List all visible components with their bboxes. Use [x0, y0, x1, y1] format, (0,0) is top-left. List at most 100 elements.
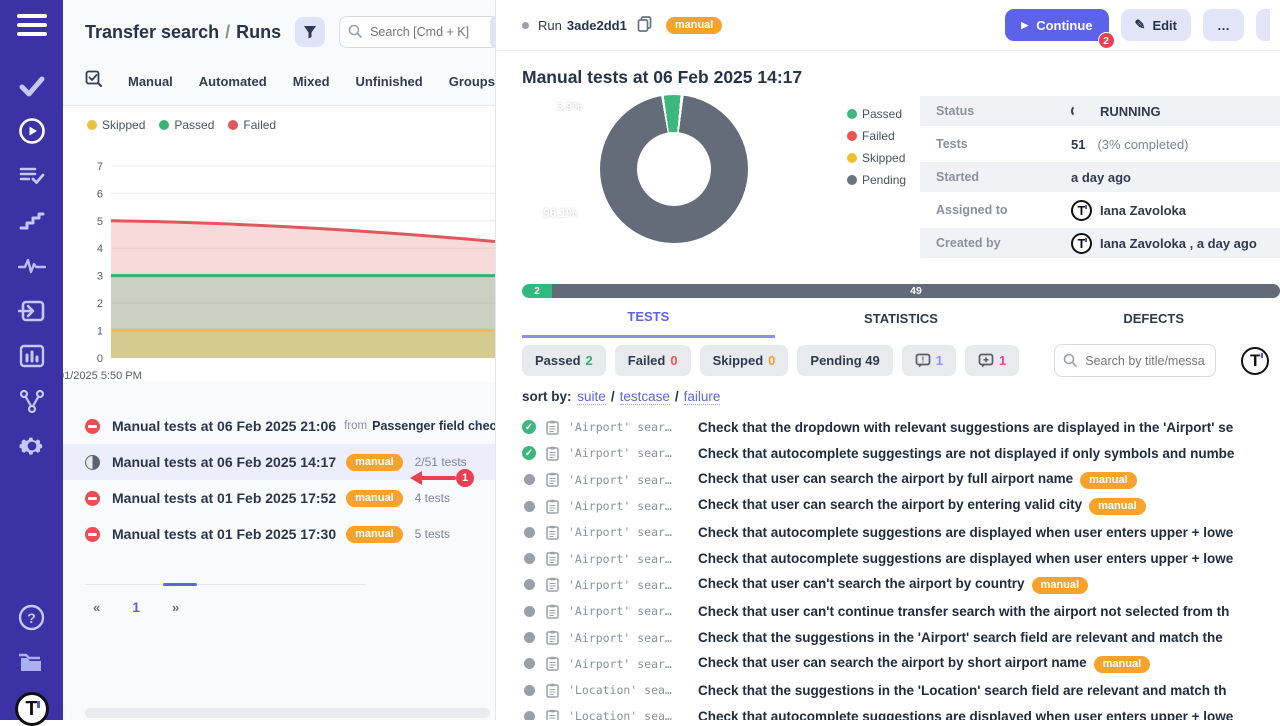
select-all-icon[interactable] — [85, 70, 102, 92]
test-row[interactable]: 'Airport' sear… Check that user can't co… — [522, 598, 1280, 624]
copy-run-id-button[interactable] — [635, 14, 654, 37]
clipboard-icon — [546, 683, 559, 698]
manual-badge: manual — [346, 454, 403, 471]
test-row[interactable]: 'Airport' sear… Check that autocomplete … — [522, 545, 1280, 571]
continue-button[interactable]: ▶ Continue 2 — [1005, 9, 1108, 41]
tab-groups[interactable]: Groups — [449, 74, 495, 89]
activity-pulse-icon[interactable] — [15, 250, 49, 281]
runs-filter-tabs: Manual Automated Mixed Unfinished Groups — [63, 58, 495, 106]
menu-icon[interactable] — [17, 14, 47, 36]
test-row[interactable]: ✓ 'Airport' sear… Check that autocomplet… — [522, 440, 1280, 466]
branches-icon[interactable] — [15, 385, 49, 416]
tab-statistics[interactable]: STATISTICS — [775, 298, 1028, 338]
manual-badge: manual — [346, 490, 403, 507]
tab-tests[interactable]: TESTS — [522, 298, 775, 338]
sort-by-suite[interactable]: suite — [577, 389, 606, 405]
projects-folder-icon[interactable] — [15, 647, 49, 678]
runs-search: × — [339, 16, 496, 48]
comment-plus-icon — [978, 353, 994, 368]
test-plans-list-check-icon[interactable] — [15, 160, 49, 191]
steps-icon[interactable] — [15, 205, 49, 236]
edit-button[interactable]: ✎ Edit — [1121, 9, 1191, 41]
pagination: « 1 » — [93, 584, 495, 615]
pending-dot-icon — [524, 527, 535, 538]
more-button[interactable]: … — [1203, 9, 1244, 41]
svg-text:!: ! — [921, 356, 924, 365]
search-clear-button[interactable]: × — [490, 15, 496, 49]
info-row-started: Started a day ago — [920, 162, 1280, 192]
run-list-item[interactable]: Manual tests at 06 Feb 2025 21:06 from P… — [63, 408, 495, 444]
donut-pending-label: 96.1% — [543, 206, 577, 220]
test-row[interactable]: ✓ 'Airport' sear… Check that the dropdow… — [522, 414, 1280, 440]
pagination-next-button[interactable]: » — [172, 600, 179, 615]
chip-add-comments[interactable]: 1 — [965, 345, 1019, 376]
pending-dot-icon — [524, 606, 535, 617]
check-icon[interactable] — [15, 70, 49, 101]
test-row[interactable]: 'Airport' sear… Check that the suggestio… — [522, 624, 1280, 650]
run-progress-bar: 2 49 — [522, 284, 1280, 298]
chip-failed[interactable]: Failed0 — [615, 345, 691, 376]
app-logo[interactable]: T — [15, 692, 49, 726]
test-row[interactable]: 'Location' sea… Check that the suggestio… — [522, 677, 1280, 703]
pagination-page-1[interactable]: 1 — [132, 599, 140, 615]
legend-failed: Failed — [228, 118, 276, 132]
tab-unfinished[interactable]: Unfinished — [356, 74, 423, 89]
run-actions: ▶ Continue 2 ✎ Edit … — [1005, 9, 1270, 41]
run-list-item[interactable]: Manual tests at 01 Feb 2025 17:52 manual… — [63, 480, 495, 516]
run-detail-topbar: Run 3ade2dd1 manual ▶ Continue 2 ✎ Edit … — [497, 0, 1280, 51]
settings-gear-icon[interactable] — [15, 430, 49, 461]
user-avatar[interactable]: T — [1241, 347, 1269, 375]
clipped-button[interactable] — [1256, 9, 1270, 41]
tab-automated[interactable]: Automated — [199, 74, 267, 89]
tab-defects[interactable]: DEFECTS — [1027, 298, 1280, 338]
run-status-dot-icon — [522, 22, 529, 29]
test-row[interactable]: 'Location' sea… Check that autocomplete … — [522, 703, 1280, 720]
pagination-prev-button[interactable]: « — [93, 600, 100, 615]
test-search-input[interactable] — [1054, 344, 1216, 377]
runs-search-input[interactable] — [339, 16, 496, 48]
pending-dot-icon — [524, 632, 535, 643]
tab-mixed[interactable]: Mixed — [293, 74, 330, 89]
app-sidebar: ? T — [0, 0, 63, 720]
comment-icon: ! — [915, 353, 931, 368]
svg-text:3: 3 — [97, 271, 103, 283]
filter-button[interactable] — [295, 17, 325, 47]
runs-play-circle-icon[interactable] — [15, 115, 49, 146]
horizontal-scrollbar[interactable] — [85, 708, 490, 718]
breadcrumb-project[interactable]: Transfer search — [85, 22, 219, 42]
chip-comments[interactable]: ! 1 — [902, 345, 956, 376]
info-row-created: Created by TIana Zavoloka , a day ago — [920, 228, 1280, 258]
run-test-count: 2/51 tests — [415, 455, 467, 469]
search-icon — [1063, 353, 1077, 372]
run-list-item[interactable]: Manual tests at 01 Feb 2025 17:30 manual… — [63, 516, 495, 552]
reports-bar-chart-icon[interactable] — [15, 340, 49, 371]
failed-dot-icon — [847, 131, 857, 141]
help-icon[interactable]: ? — [15, 602, 49, 633]
play-icon: ▶ — [1021, 20, 1028, 31]
test-row[interactable]: 'Airport' sear… Check that user can sear… — [522, 467, 1280, 493]
pending-dot-icon — [524, 474, 535, 485]
svg-text:5: 5 — [97, 216, 103, 228]
clipboard-icon — [546, 446, 559, 461]
clipboard-icon — [546, 656, 559, 671]
info-row-status: Status RUNNING — [920, 96, 1280, 126]
sort-by-failure[interactable]: failure — [684, 389, 721, 405]
run-list-item-selected[interactable]: Manual tests at 06 Feb 2025 14:17 manual… — [63, 444, 495, 480]
avatar: T — [1071, 200, 1092, 221]
failed-dot-icon — [228, 120, 238, 130]
sort-by-testcase[interactable]: testcase — [620, 389, 670, 405]
chip-skipped[interactable]: Skipped0 — [700, 345, 789, 376]
test-row[interactable]: 'Airport' sear… Check that user can't se… — [522, 572, 1280, 598]
test-row[interactable]: 'Airport' sear… Check that autocomplete … — [522, 519, 1280, 545]
chip-passed[interactable]: Passed2 — [522, 345, 606, 376]
pending-dot-icon — [524, 685, 535, 696]
run-test-count: 4 tests — [415, 491, 450, 505]
svg-text:6: 6 — [97, 188, 103, 200]
tab-manual[interactable]: Manual — [128, 74, 173, 89]
sign-in-icon[interactable] — [15, 295, 49, 326]
chip-pending[interactable]: Pending 49 — [797, 345, 892, 376]
test-row[interactable]: 'Airport' sear… Check that user can sear… — [522, 493, 1280, 519]
test-row[interactable]: 'Airport' sear… Check that user can sear… — [522, 651, 1280, 677]
pending-dot-icon — [847, 175, 857, 185]
run-detail-panel: Run 3ade2dd1 manual ▶ Continue 2 ✎ Edit … — [497, 0, 1280, 720]
